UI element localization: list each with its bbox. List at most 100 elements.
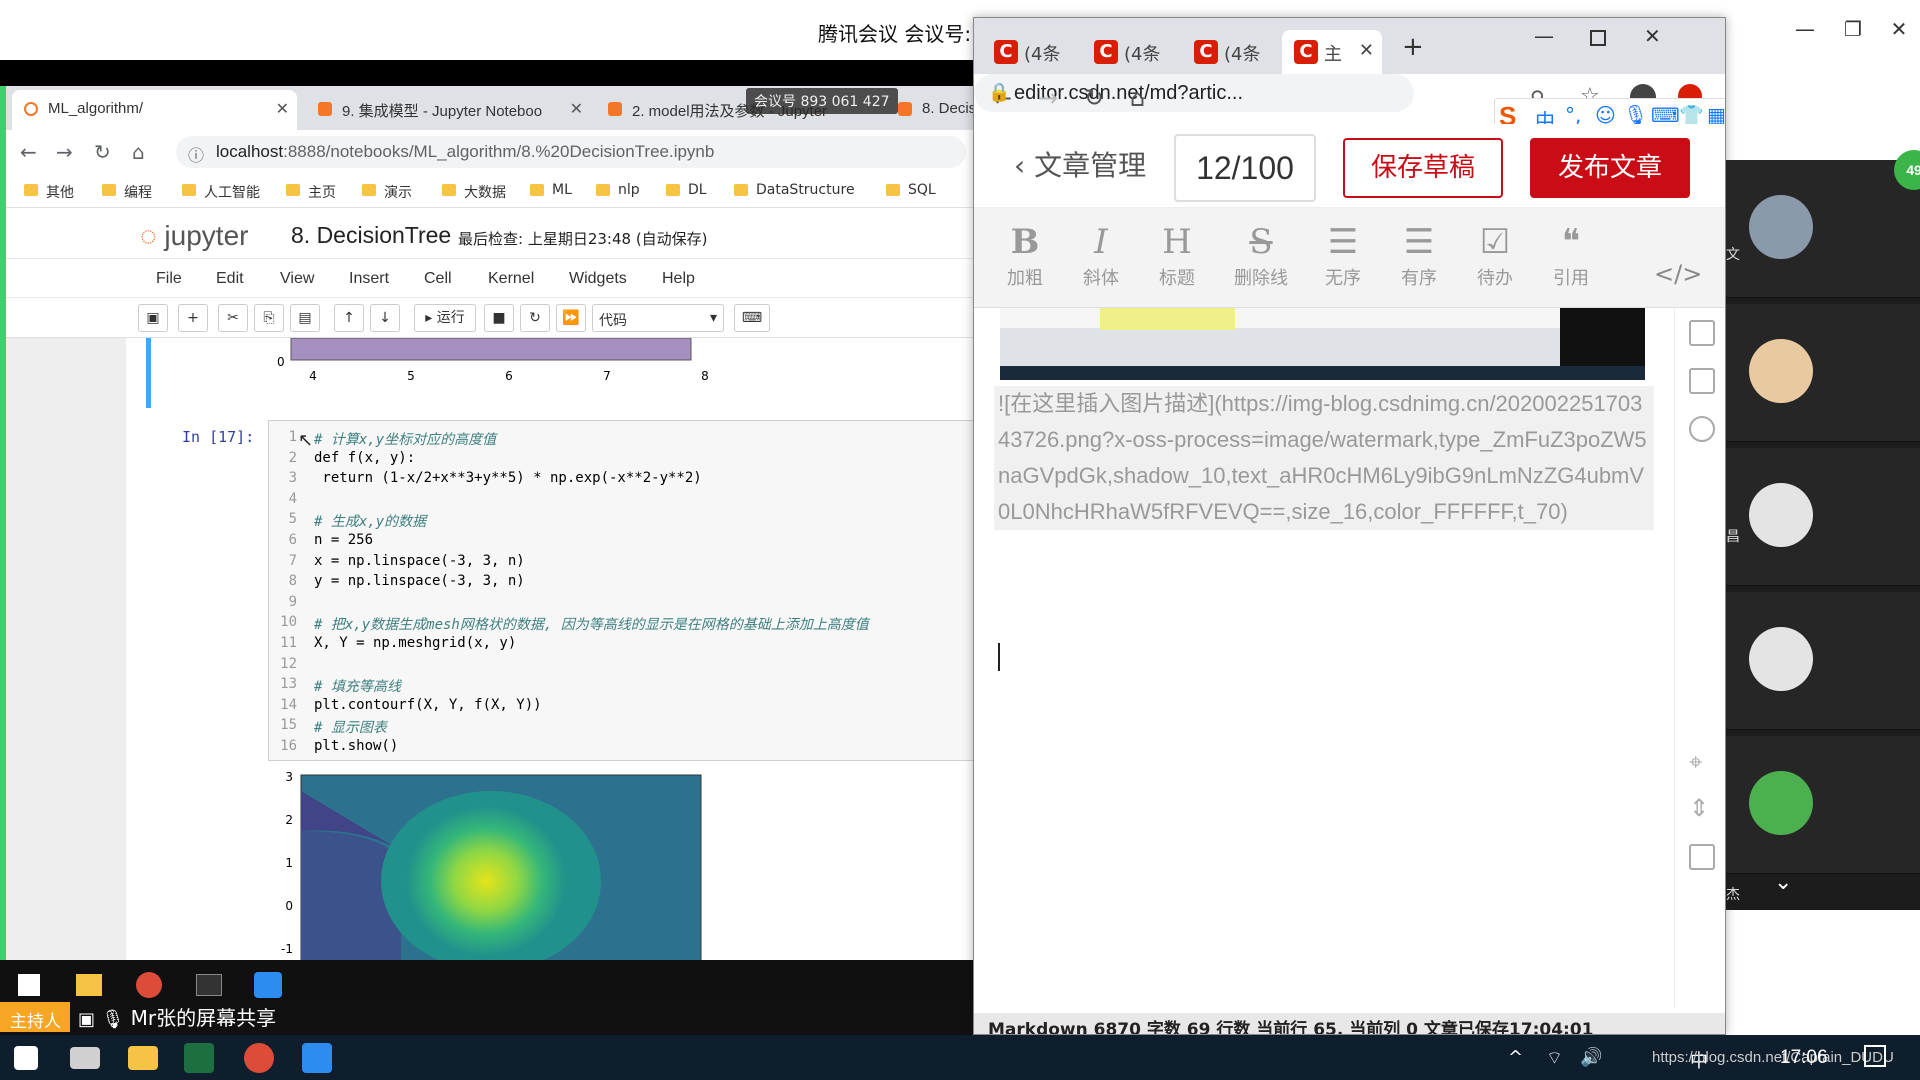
info-icon[interactable]: ⓘ: [188, 142, 204, 166]
restart-icon[interactable]: ↻: [520, 304, 550, 332]
chevron-up-icon[interactable]: ^: [1508, 1047, 1523, 1068]
tab-csdn-editor[interactable]: C 主 ✕: [1282, 30, 1382, 74]
cell-type-select[interactable]: 代码 ▾: [592, 304, 724, 332]
close-tab-icon[interactable]: ✕: [276, 99, 289, 119]
menu-cell[interactable]: Cell: [424, 270, 452, 288]
save-icon[interactable]: ▣: [138, 304, 168, 332]
add-cell-icon[interactable]: +: [178, 304, 208, 332]
mail-icon[interactable]: [70, 1047, 100, 1069]
heading-button[interactable]: H 标题: [1142, 220, 1212, 290]
forward-icon[interactable]: →: [1038, 84, 1058, 112]
microphone-icon: 🎙: [101, 1009, 125, 1030]
bookmark-folder[interactable]: nlp: [596, 182, 640, 198]
maximize-icon[interactable]: [1590, 30, 1606, 46]
bookmark-folder[interactable]: SQL: [886, 182, 936, 198]
preview-eye-icon[interactable]: [1689, 416, 1715, 442]
paste-icon[interactable]: ▤: [290, 304, 320, 332]
tab-csdn-2[interactable]: C (4条: [1082, 30, 1177, 74]
back-icon[interactable]: ←: [20, 140, 37, 164]
tab-csdn-3[interactable]: C (4条: [1182, 30, 1277, 74]
close-icon[interactable]: ✕: [1884, 14, 1914, 44]
bold-button[interactable]: B 加粗: [990, 220, 1060, 290]
bookmark-folder[interactable]: DataStructure: [734, 182, 855, 198]
wifi-icon[interactable]: ⌔: [1546, 1047, 1563, 1070]
bookmark-folder[interactable]: 演示: [362, 182, 412, 202]
ordered-list-button[interactable]: ☰ 有序: [1384, 220, 1454, 290]
collapse-icon[interactable]: ⇕: [1689, 794, 1709, 822]
quote-button[interactable]: ❝ 引用: [1536, 220, 1606, 290]
notification-icon[interactable]: [1864, 1045, 1886, 1067]
url-field[interactable]: ⓘ localhost:8888/notebooks/ML_algorithm/…: [176, 136, 966, 168]
article-management-link[interactable]: ‹ 文章管理: [1014, 144, 1146, 184]
bookmark-folder[interactable]: 其他: [24, 182, 74, 202]
save-draft-button[interactable]: 保存草稿: [1343, 138, 1503, 198]
fast-forward-icon[interactable]: ⏩: [556, 304, 586, 332]
forward-icon[interactable]: →: [56, 140, 73, 164]
run-button[interactable]: ▸ 运行: [414, 304, 476, 332]
italic-button[interactable]: I 斜体: [1066, 220, 1136, 290]
participant-tile[interactable]: 杰: [1726, 736, 1920, 903]
bookmark-folder[interactable]: 编程: [102, 182, 152, 202]
todo-button[interactable]: ☑ 待办: [1460, 220, 1530, 290]
menu-insert[interactable]: Insert: [349, 270, 389, 288]
home-icon[interactable]: ⌂: [132, 140, 145, 164]
bookmark-folder[interactable]: ML: [530, 182, 572, 198]
new-tab-icon[interactable]: +: [1402, 32, 1424, 62]
bookmark-folder[interactable]: 大数据: [442, 182, 506, 202]
code-cell-editor[interactable]: 1 # 计算x,y坐标对应的高度值 2 def f(x, y): 3 return (1…: [268, 420, 973, 761]
participant-tile[interactable]: 文: [1726, 247, 1920, 442]
close-icon[interactable]: ✕: [1644, 24, 1661, 48]
taskbar-clock[interactable]: 17:06: [1780, 1047, 1828, 1069]
unordered-list-button[interactable]: ☰ 无序: [1308, 220, 1378, 290]
close-tab-icon[interactable]: ✕: [1359, 40, 1374, 61]
menu-view[interactable]: View: [280, 270, 314, 288]
participant-tile[interactable]: [1726, 448, 1920, 586]
chrome-icon[interactable]: [244, 1043, 274, 1073]
tab-ensemble[interactable]: 9. 集成模型 - Jupyter Noteboo ✕: [306, 90, 591, 130]
move-up-icon[interactable]: ↑: [334, 304, 364, 332]
markdown-image-link[interactable]: ![在这里插入图片描述](https://img-blog.csdnimg.cn…: [994, 386, 1654, 530]
excel-icon[interactable]: [184, 1043, 214, 1073]
reload-icon[interactable]: ↻: [94, 140, 111, 164]
jupyter-logo[interactable]: ◌ jupyter: [140, 220, 248, 252]
notebook-name[interactable]: 8. DecisionTree: [291, 222, 451, 249]
copy-icon[interactable]: ⎘: [254, 304, 284, 332]
reload-icon[interactable]: ↻: [1084, 84, 1104, 112]
volume-icon[interactable]: 🔊: [1580, 1047, 1602, 1068]
menu-kernel[interactable]: Kernel: [488, 270, 534, 288]
close-tab-icon[interactable]: ✕: [570, 99, 583, 119]
bookmark-folder[interactable]: 主页: [286, 182, 336, 202]
move-down-icon[interactable]: ↓: [370, 304, 400, 332]
chevron-down-icon[interactable]: ⌄: [1774, 870, 1792, 895]
tab-decision-tree[interactable]: 8. Decisi: [886, 90, 973, 130]
keyboard-icon[interactable]: ⌨: [734, 304, 770, 332]
participant-tile[interactable]: [1726, 160, 1920, 298]
tab-ml-algorithm[interactable]: ML_algorithm/ ✕: [12, 90, 297, 130]
bookmark-folder[interactable]: 人工智能: [182, 182, 260, 202]
split-view-icon[interactable]: [1689, 368, 1715, 394]
cut-icon[interactable]: ✂: [218, 304, 248, 332]
layout-icon[interactable]: [1689, 844, 1715, 870]
participant-tile[interactable]: 昌: [1726, 529, 1920, 730]
menu-file[interactable]: File: [156, 270, 182, 288]
locate-icon[interactable]: ⌖: [1689, 748, 1703, 776]
title-char-count[interactable]: 12/100: [1174, 134, 1316, 202]
tencent-meeting-icon[interactable]: [302, 1043, 332, 1073]
code-icon[interactable]: </>: [1654, 260, 1702, 288]
minimize-icon[interactable]: —: [1534, 24, 1554, 48]
minimize-icon[interactable]: —: [1790, 14, 1820, 44]
windows-start-icon[interactable]: [14, 1046, 38, 1070]
menu-help[interactable]: Help: [662, 270, 695, 288]
stop-icon[interactable]: ■: [484, 304, 514, 332]
home-icon[interactable]: ⌂: [1130, 84, 1145, 112]
restore-icon[interactable]: ❐: [1838, 14, 1868, 44]
strikethrough-button[interactable]: S 删除线: [1218, 220, 1304, 290]
bookmark-folder[interactable]: DL: [666, 182, 707, 198]
menu-edit[interactable]: Edit: [216, 270, 244, 288]
tab-csdn-1[interactable]: C (4条: [982, 30, 1077, 74]
publish-button[interactable]: 发布文章: [1530, 138, 1690, 198]
file-explorer-icon[interactable]: [128, 1046, 158, 1070]
fullscreen-icon[interactable]: [1689, 320, 1715, 346]
menu-widgets[interactable]: Widgets: [569, 270, 627, 288]
markdown-editor[interactable]: ![在这里插入图片描述](https://img-blog.csdnimg.cn…: [974, 308, 1674, 1008]
